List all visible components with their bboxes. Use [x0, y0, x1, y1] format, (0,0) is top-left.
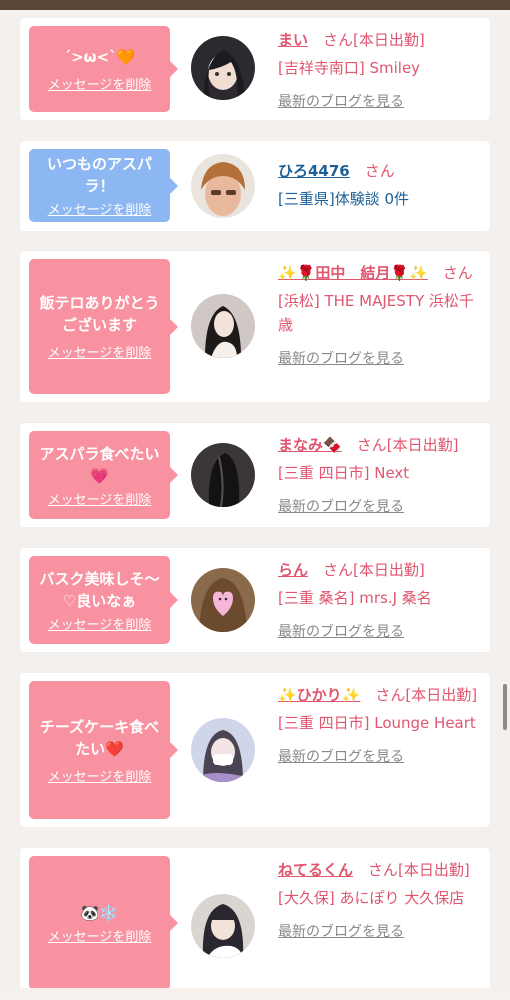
avatar[interactable] [191, 294, 255, 358]
avatar-photo-icon [191, 718, 255, 782]
shop-name: [大久保] あにぽり 大久保店 [278, 889, 465, 907]
shop-name: [三重県]体験談 0件 [278, 190, 410, 208]
bottom-bar [0, 988, 510, 1000]
status-badge: [本日出勤] [386, 436, 459, 454]
status-badge: [本日出勤] [353, 31, 425, 49]
message-text: 🐼❄️ [80, 903, 119, 922]
sender-name-link[interactable]: まなみ🍫 [278, 436, 342, 454]
delete-message-link[interactable]: メッセージを削除 [48, 74, 152, 93]
avatar-photo-icon [191, 568, 255, 632]
status-badge: [本日出勤] [398, 861, 470, 879]
shop-name: [三重 桑名] mrs.J 桑名 [278, 589, 432, 607]
honorific: さん [356, 436, 387, 454]
message-card: 🐼❄️ メッセージを削除 ねてるくん さん[本日出勤] [大久保] あにぽり 大… [20, 848, 490, 998]
sender-name-link[interactable]: ✨🌹田中 結月🌹✨ [278, 264, 428, 282]
avatar[interactable] [191, 443, 255, 507]
honorific: さん [368, 861, 399, 879]
avatar-photo-icon [191, 294, 255, 358]
latest-blog-link[interactable]: 最新のブログを見る [278, 90, 484, 114]
sender-name-link[interactable]: ✨ひかり✨ [278, 686, 360, 704]
shop-name: [三重 四日市] Next [278, 464, 410, 482]
sender-info: まい さん[本日出勤] [吉祥寺南口] Smiley 最新のブログを見る [278, 28, 484, 114]
avatar[interactable] [191, 718, 255, 782]
delete-message-link[interactable]: メッセージを削除 [48, 489, 152, 508]
avatar-photo-icon [191, 154, 255, 218]
sender-name-link[interactable]: ひろ4476 [278, 162, 350, 180]
avatar-photo-icon [191, 443, 255, 507]
latest-blog-link[interactable]: 最新のブログを見る [278, 620, 484, 644]
avatar[interactable] [191, 568, 255, 632]
message-bubble: 🐼❄️ メッセージを削除 [29, 856, 178, 990]
status-badge: [本日出勤] [405, 686, 478, 704]
message-text: アスパラ食べたい💗 [39, 444, 160, 485]
sender-name-link[interactable]: らん [278, 561, 308, 579]
message-card: チーズケーキ食べたい❤️ メッセージを削除 ✨ひかり✨ さん[本日出勤] [三重… [20, 673, 490, 827]
message-text: チーズケーキ食べたい❤️ [39, 717, 160, 758]
shop-name: [三重 四日市] Lounge Heart [278, 714, 476, 732]
latest-blog-link[interactable]: 最新のブログを見る [278, 745, 484, 769]
sender-info: ひろ4476 さん [三重県]体験談 0件 [278, 159, 484, 211]
avatar-photo-icon [191, 36, 255, 100]
sender-name-link[interactable]: まい [278, 31, 308, 49]
delete-message-link[interactable]: メッセージを削除 [48, 766, 152, 785]
message-text: 飯テロありがとうございます [39, 294, 160, 334]
status-badge: [本日出勤] [353, 561, 425, 579]
message-text: バスク美味しそ〜♡良いなぁ [39, 569, 160, 610]
honorific: さん [375, 686, 406, 704]
message-bubble: ´>ω<`🧡 メッセージを削除 [29, 26, 178, 112]
honorific: さん [323, 561, 354, 579]
avatar[interactable] [191, 154, 255, 218]
scrollbar-thumb[interactable] [503, 684, 507, 730]
avatar[interactable] [191, 894, 255, 958]
latest-blog-link[interactable]: 最新のブログを見る [278, 920, 484, 944]
sender-name-link[interactable]: ねてるくん [278, 861, 353, 879]
honorific: さん [323, 31, 354, 49]
shop-name: [浜松] THE MAJESTY 浜松千歳 [278, 292, 474, 334]
honorific: さん [364, 162, 395, 180]
shop-name: [吉祥寺南口] Smiley [278, 59, 421, 77]
delete-message-link[interactable]: メッセージを削除 [48, 614, 152, 633]
sender-info: まなみ🍫 さん[本日出勤] [三重 四日市] Next 最新のブログを見る [278, 433, 484, 519]
honorific: さん [442, 264, 473, 282]
top-bar [0, 0, 510, 10]
avatar[interactable] [191, 36, 255, 100]
message-card: 飯テロありがとうございます メッセージを削除 ✨🌹田中 結月🌹✨ さん [浜松]… [20, 251, 490, 402]
sender-info: ✨🌹田中 結月🌹✨ さん [浜松] THE MAJESTY 浜松千歳 最新のブロ… [278, 261, 484, 371]
message-bubble: バスク美味しそ〜♡良いなぁ メッセージを削除 [29, 556, 178, 644]
message-card: バスク美味しそ〜♡良いなぁ メッセージを削除 らん さん[本日出勤] [三重 桑… [20, 548, 490, 652]
sender-info: らん さん[本日出勤] [三重 桑名] mrs.J 桑名 最新のブログを見る [278, 558, 484, 644]
message-card: アスパラ食べたい💗 メッセージを削除 まなみ🍫 さん[本日出勤] [三重 四日市… [20, 423, 490, 527]
sender-info: ねてるくん さん[本日出勤] [大久保] あにぽり 大久保店 最新のブログを見る [278, 858, 484, 944]
latest-blog-link[interactable]: 最新のブログを見る [278, 347, 484, 371]
sender-info: ✨ひかり✨ さん[本日出勤] [三重 四日市] Lounge Heart 最新の… [278, 683, 484, 769]
message-text: ´>ω<`🧡 [63, 47, 136, 66]
message-card: ´>ω<`🧡 メッセージを削除 まい さん[本日出勤] [吉祥寺南口] Smil… [20, 18, 490, 120]
avatar-photo-icon [191, 894, 255, 958]
delete-message-link[interactable]: メッセージを削除 [48, 342, 152, 361]
latest-blog-link[interactable]: 最新のブログを見る [278, 495, 484, 519]
message-card: いつものアスパラ！ メッセージを削除 ひろ4476 さん [三重県]体験談 0件 [20, 141, 490, 231]
delete-message-link[interactable]: メッセージを削除 [48, 926, 152, 945]
message-bubble: アスパラ食べたい💗 メッセージを削除 [29, 431, 178, 519]
message-bubble: チーズケーキ食べたい❤️ メッセージを削除 [29, 681, 178, 819]
message-text: いつものアスパラ！ [46, 155, 152, 195]
delete-message-link[interactable]: メッセージを削除 [48, 199, 152, 218]
message-bubble: いつものアスパラ！ メッセージを削除 [29, 149, 178, 222]
message-bubble: 飯テロありがとうございます メッセージを削除 [29, 259, 178, 394]
